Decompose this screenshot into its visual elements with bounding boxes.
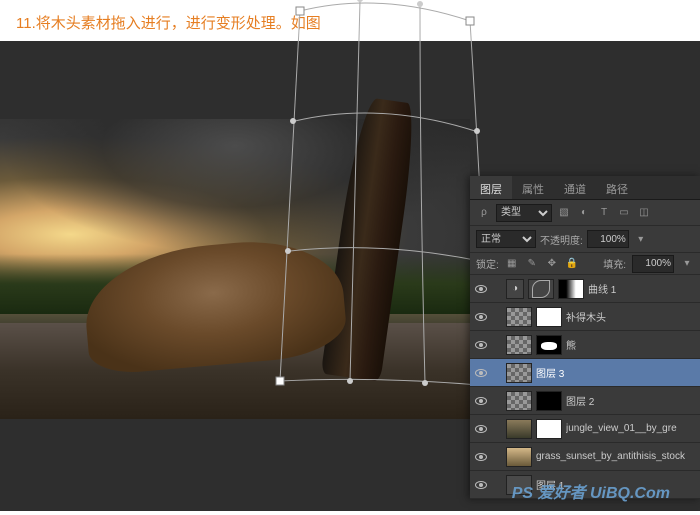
layer-mask-thumbnail[interactable]: [558, 279, 584, 299]
photoshop-workspace: 图层 属性 通道 路径 ρ 类型 ▧ ◐ T ▭ ◫ 正常 不透明度: ▾ 锁定…: [0, 41, 700, 511]
eye-icon: [475, 313, 487, 321]
layer-name-label[interactable]: 曲线 1: [588, 281, 696, 296]
lock-pixels-icon[interactable]: ✎: [525, 256, 539, 272]
visibility-toggle[interactable]: [474, 422, 488, 436]
eye-icon: [475, 453, 487, 461]
visibility-toggle[interactable]: [474, 366, 488, 380]
layer-name-label[interactable]: grass_sunset_by_antithisis_stock: [536, 451, 696, 462]
filter-smart-icon[interactable]: ◫: [636, 205, 652, 221]
layer-row[interactable]: 熊: [470, 331, 700, 359]
lock-transparent-icon[interactable]: ▦: [505, 256, 519, 272]
eye-icon: [475, 481, 487, 489]
layer-thumbnail[interactable]: [506, 363, 532, 383]
filter-type-icon[interactable]: T: [596, 205, 612, 221]
visibility-toggle[interactable]: [474, 338, 488, 352]
tab-paths[interactable]: 路径: [596, 176, 638, 199]
layer-row[interactable]: 图层 3: [470, 359, 700, 387]
layer-name-label[interactable]: 熊: [566, 337, 696, 352]
layer-thumbnail[interactable]: [506, 419, 532, 439]
tab-channels[interactable]: 通道: [554, 176, 596, 199]
opacity-input[interactable]: [587, 230, 629, 248]
layer-thumbnail[interactable]: [506, 335, 532, 355]
document-canvas[interactable]: [0, 119, 470, 419]
fill-label: 填充:: [603, 256, 626, 271]
layer-mask-thumbnail[interactable]: [536, 335, 562, 355]
layer-row[interactable]: 图层 2: [470, 387, 700, 415]
lock-row: 锁定: ▦ ✎ ✥ 🔒 填充: ▾: [470, 253, 700, 275]
eye-icon: [475, 341, 487, 349]
filter-kind-select[interactable]: 类型: [496, 204, 552, 222]
step-instruction: 11.将木头素材拖入进行，进行变形处理。如图: [0, 0, 700, 41]
lock-position-icon[interactable]: ✥: [545, 256, 559, 272]
layer-mask-thumbnail[interactable]: [536, 419, 562, 439]
eye-icon: [475, 397, 487, 405]
fill-dropdown-icon[interactable]: ▾: [680, 256, 694, 272]
layer-thumbnail[interactable]: [528, 279, 554, 299]
layer-name-label[interactable]: 补得木头: [566, 309, 696, 324]
visibility-toggle[interactable]: [474, 282, 488, 296]
filter-shape-icon[interactable]: ▭: [616, 205, 632, 221]
eye-icon: [475, 285, 487, 293]
layer-row[interactable]: jungle_view_01__by_gre: [470, 415, 700, 443]
adjustment-icon: ◑: [506, 279, 524, 299]
opacity-dropdown-icon[interactable]: ▾: [633, 231, 649, 247]
layer-filter-row: ρ 类型 ▧ ◐ T ▭ ◫: [470, 200, 700, 226]
filter-pixel-icon[interactable]: ▧: [556, 205, 572, 221]
visibility-toggle[interactable]: [474, 310, 488, 324]
eye-icon: [475, 369, 487, 377]
layer-mask-thumbnail[interactable]: [536, 391, 562, 411]
layers-panel: 图层 属性 通道 路径 ρ 类型 ▧ ◐ T ▭ ◫ 正常 不透明度: ▾ 锁定…: [470, 176, 700, 499]
opacity-label: 不透明度:: [540, 232, 583, 247]
layer-name-label[interactable]: 图层 3: [536, 365, 696, 380]
layer-row[interactable]: ◑ 曲线 1: [470, 275, 700, 303]
layer-mask-thumbnail[interactable]: [536, 307, 562, 327]
filter-kind-icon[interactable]: ρ: [476, 205, 492, 221]
visibility-toggle[interactable]: [474, 478, 488, 492]
watermark: PS 爱好者 UiBQ.Com: [512, 479, 670, 503]
layer-thumbnail[interactable]: [506, 447, 532, 467]
panel-tabs: 图层 属性 通道 路径: [470, 176, 700, 200]
layer-row[interactable]: 补得木头: [470, 303, 700, 331]
layer-thumbnail[interactable]: [506, 307, 532, 327]
visibility-toggle[interactable]: [474, 394, 488, 408]
layer-name-label[interactable]: jungle_view_01__by_gre: [566, 423, 696, 434]
blend-mode-select[interactable]: 正常: [476, 230, 536, 248]
blend-mode-row: 正常 不透明度: ▾: [470, 226, 700, 253]
lock-all-icon[interactable]: 🔒: [565, 256, 579, 272]
layer-row[interactable]: grass_sunset_by_antithisis_stock: [470, 443, 700, 471]
layer-name-label[interactable]: 图层 2: [566, 393, 696, 408]
tab-properties[interactable]: 属性: [512, 176, 554, 199]
layer-list: ◑ 曲线 1 补得木头熊图层 3 图层 2 jungle_view_01__by_gre…: [470, 275, 700, 499]
tab-layers[interactable]: 图层: [470, 176, 512, 199]
lock-label: 锁定:: [476, 256, 499, 271]
visibility-toggle[interactable]: [474, 450, 488, 464]
fill-input[interactable]: [632, 255, 674, 273]
layer-thumbnail[interactable]: [506, 391, 532, 411]
filter-adjust-icon[interactable]: ◐: [576, 205, 592, 221]
eye-icon: [475, 425, 487, 433]
